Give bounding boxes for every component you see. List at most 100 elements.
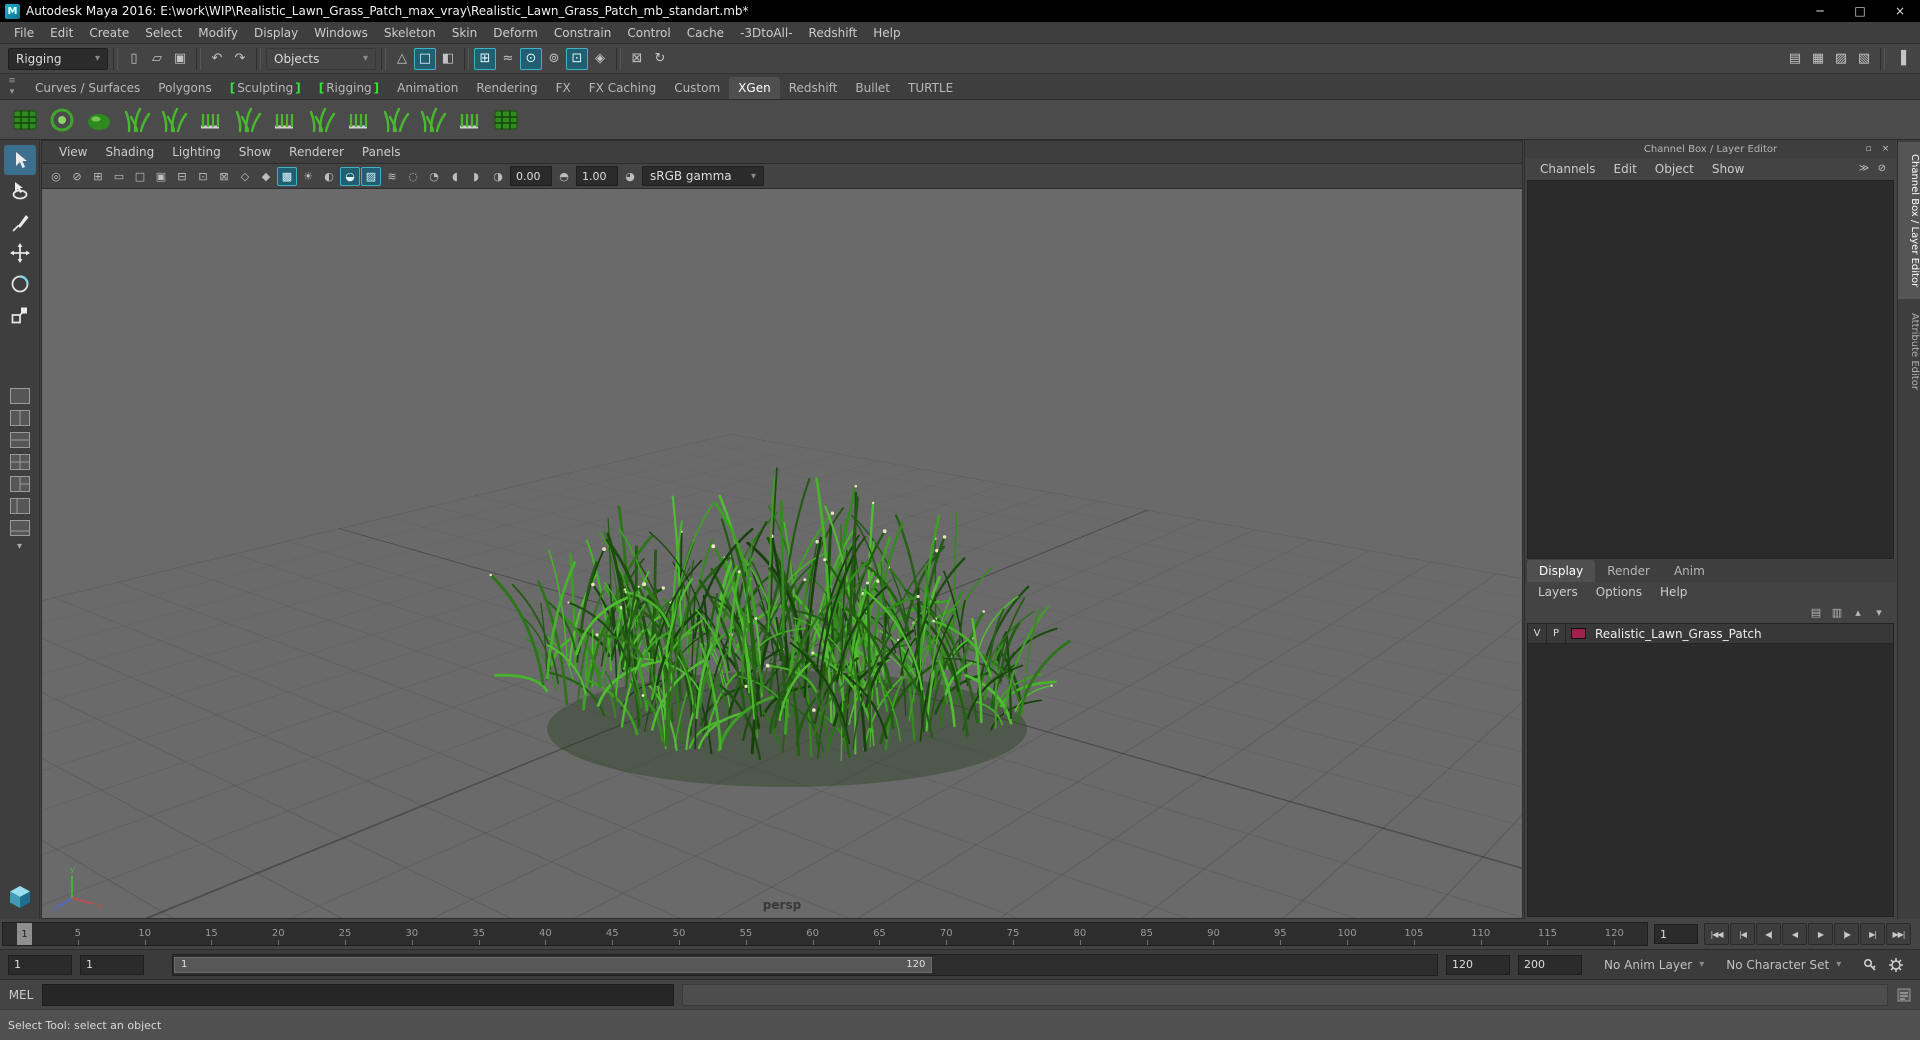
timeline-track[interactable]: 5 10 15 20 25 30 35 40 45 50 55 60 65 70 75 80 85 90 95 100… (2, 922, 1648, 946)
render-settings-icon[interactable]: ▧ (1853, 48, 1875, 70)
side-tab-attribute-editor[interactable]: Attribute Editor (1898, 301, 1920, 402)
playback-end-field[interactable]: 120 (1446, 955, 1510, 975)
xgen-update-preview-icon[interactable] (82, 103, 116, 137)
shadows-icon[interactable]: ◐ (319, 167, 339, 186)
xgen-place-guides-icon[interactable] (452, 103, 486, 137)
render-view-icon[interactable]: ▤ (1784, 48, 1806, 70)
channel-box-menu-show[interactable]: Show (1703, 162, 1753, 176)
layer-row[interactable]: V P Realistic_Lawn_Grass_Patch (1528, 624, 1893, 644)
selection-mask-dropdown[interactable]: Objects ▾ (266, 48, 376, 70)
construction-history-icon[interactable]: ↻ (649, 48, 671, 70)
xgen-clump-brush-icon[interactable] (341, 103, 375, 137)
gamma-icon[interactable]: ◓ (554, 167, 574, 186)
animation-end-field[interactable]: 200 (1518, 955, 1582, 975)
select-object-icon[interactable]: □ (414, 48, 436, 70)
play-forwards-button[interactable]: ▶ (1808, 923, 1833, 945)
panel-menu-lighting[interactable]: Lighting (163, 145, 230, 159)
animation-preferences-icon[interactable] (1885, 954, 1907, 976)
channel-speed-icon[interactable]: ≫ (1856, 161, 1872, 177)
resolution-gate-icon[interactable]: □ (130, 167, 150, 186)
dock-icon[interactable]: ▫ (1862, 143, 1875, 156)
film-gate-icon[interactable]: ▭ (109, 167, 129, 186)
channel-box-menu-channels[interactable]: Channels (1531, 162, 1605, 176)
new-empty-layer-icon[interactable]: ▤ (1807, 604, 1825, 620)
menu-item-edit[interactable]: Edit (42, 22, 81, 44)
view-transform-dropdown[interactable]: sRGB gamma ▾ (642, 166, 764, 186)
side-tab-channel-box-layer-editor[interactable]: Channel Box / Layer Editor (1898, 142, 1920, 299)
snap-to-point-icon[interactable]: ⊙ (520, 48, 542, 70)
grid-icon[interactable]: ⊞ (88, 167, 108, 186)
ipr-render-icon[interactable]: ▨ (1830, 48, 1852, 70)
snap-to-projected-center-icon[interactable]: ⊚ (543, 48, 565, 70)
shelf-menu-icon[interactable]: ≡ (4, 75, 20, 86)
safe-title-icon[interactable]: ⊠ (214, 167, 234, 186)
channel-lock-icon[interactable]: ⊘ (1874, 161, 1890, 177)
step-back-frame-button[interactable]: |◀ (1730, 923, 1755, 945)
channel-box-header[interactable]: Channel Box / Layer Editor ▫ × (1525, 140, 1896, 158)
xgen-editor-icon[interactable] (8, 103, 42, 137)
shelf-tab-bullet[interactable]: Bullet (846, 77, 899, 99)
shaded-icon[interactable]: ◆ (256, 167, 276, 186)
go-to-end-button[interactable]: ▶▶| (1886, 923, 1911, 945)
undo-icon[interactable]: ↶ (206, 48, 228, 70)
minimize-button[interactable]: ─ (1800, 0, 1840, 22)
hypergraph-persp-layout-icon[interactable] (7, 519, 33, 537)
grass-patch-object[interactable] (42, 189, 1522, 918)
move-layer-down-icon[interactable]: ▾ (1870, 604, 1888, 620)
depth-of-field-icon[interactable]: ◌ (403, 167, 423, 186)
shelf-tab-fx[interactable]: FX (547, 77, 580, 99)
xray-icon[interactable]: ◖ (445, 167, 465, 186)
menu-item-redshift[interactable]: Redshift (801, 22, 866, 44)
select-hierarchy-icon[interactable]: △ (391, 48, 413, 70)
snap-to-grid-icon[interactable]: ⊞ (474, 48, 496, 70)
layer-menu-layers[interactable]: Layers (1529, 585, 1587, 599)
xgen-create-guide-icon[interactable] (156, 103, 190, 137)
menu-item-constrain[interactable]: Constrain (546, 22, 620, 44)
screen-space-ao-icon[interactable]: ◒ (340, 167, 360, 186)
menu-item-3dtoall[interactable]: -3DtoAll- (732, 22, 800, 44)
xgen-cut-brush-icon[interactable] (415, 103, 449, 137)
shelf-tab-menu-icon[interactable]: ▾ (4, 86, 20, 97)
lasso-tool-icon[interactable] (4, 176, 36, 206)
layer-editor-tab-display[interactable]: Display (1527, 560, 1595, 582)
layer-playback-toggle[interactable]: P (1547, 624, 1566, 644)
range-slider-bar[interactable]: 1 120 (174, 957, 932, 973)
layer-menu-options[interactable]: Options (1587, 585, 1651, 599)
panel-menu-panels[interactable]: Panels (353, 145, 410, 159)
step-forward-frame-button[interactable]: ▶| (1860, 923, 1885, 945)
step-back-key-button[interactable]: ◀| (1756, 923, 1781, 945)
shelf-tab-xgen[interactable]: XGen (729, 77, 780, 99)
panel-menu-shading[interactable]: Shading (96, 145, 163, 159)
render-current-frame-icon[interactable]: ▦ (1807, 48, 1829, 70)
shelf-tab-custom[interactable]: Custom (665, 77, 729, 99)
layer-editor-tab-render[interactable]: Render (1595, 560, 1662, 582)
anim-layer-dropdown[interactable]: No Anim Layer ▾ (1604, 958, 1704, 972)
file-open-icon[interactable]: ▱ (146, 48, 168, 70)
animation-start-field[interactable]: 1 (8, 955, 72, 975)
menu-item-display[interactable]: Display (246, 22, 306, 44)
shelf-tab-rendering[interactable]: Rendering (467, 77, 546, 99)
mel-command-input[interactable] (42, 984, 674, 1006)
select-tool-icon[interactable] (4, 145, 36, 175)
close-icon[interactable]: × (1879, 143, 1892, 156)
xgen-width-brush-icon[interactable] (267, 103, 301, 137)
new-layer-from-selected-icon[interactable]: ▥ (1828, 604, 1846, 620)
shelf-tab-sculpting[interactable]: [Sculpting] (221, 77, 310, 99)
file-save-icon[interactable]: ▣ (169, 48, 191, 70)
maximize-button[interactable]: □ (1840, 0, 1880, 22)
shelf-tab-rigging[interactable]: [Rigging] (310, 77, 388, 99)
two-pane-stacked-layout-icon[interactable] (7, 431, 33, 449)
shelf-tab-turtle[interactable]: TURTLE (899, 77, 962, 99)
file-new-icon[interactable]: ▯ (123, 48, 145, 70)
menu-item-skeleton[interactable]: Skeleton (376, 22, 444, 44)
anti-aliasing-icon[interactable]: ▨ (361, 167, 381, 186)
single-pane-layout-icon[interactable] (7, 387, 33, 405)
motion-blur-icon[interactable]: ≋ (382, 167, 402, 186)
lights-icon[interactable]: ☀ (298, 167, 318, 186)
color-management-icon[interactable]: ◕ (620, 167, 640, 186)
xgen-add-selection-icon[interactable] (119, 103, 153, 137)
title-bar[interactable]: M Autodesk Maya 2016: E:\work\WIP\Realis… (0, 0, 1920, 22)
safe-action-icon[interactable]: ⊡ (193, 167, 213, 186)
viewport-canvas[interactable]: y x z persp (42, 189, 1522, 918)
xgen-density-brush-icon[interactable] (304, 103, 338, 137)
